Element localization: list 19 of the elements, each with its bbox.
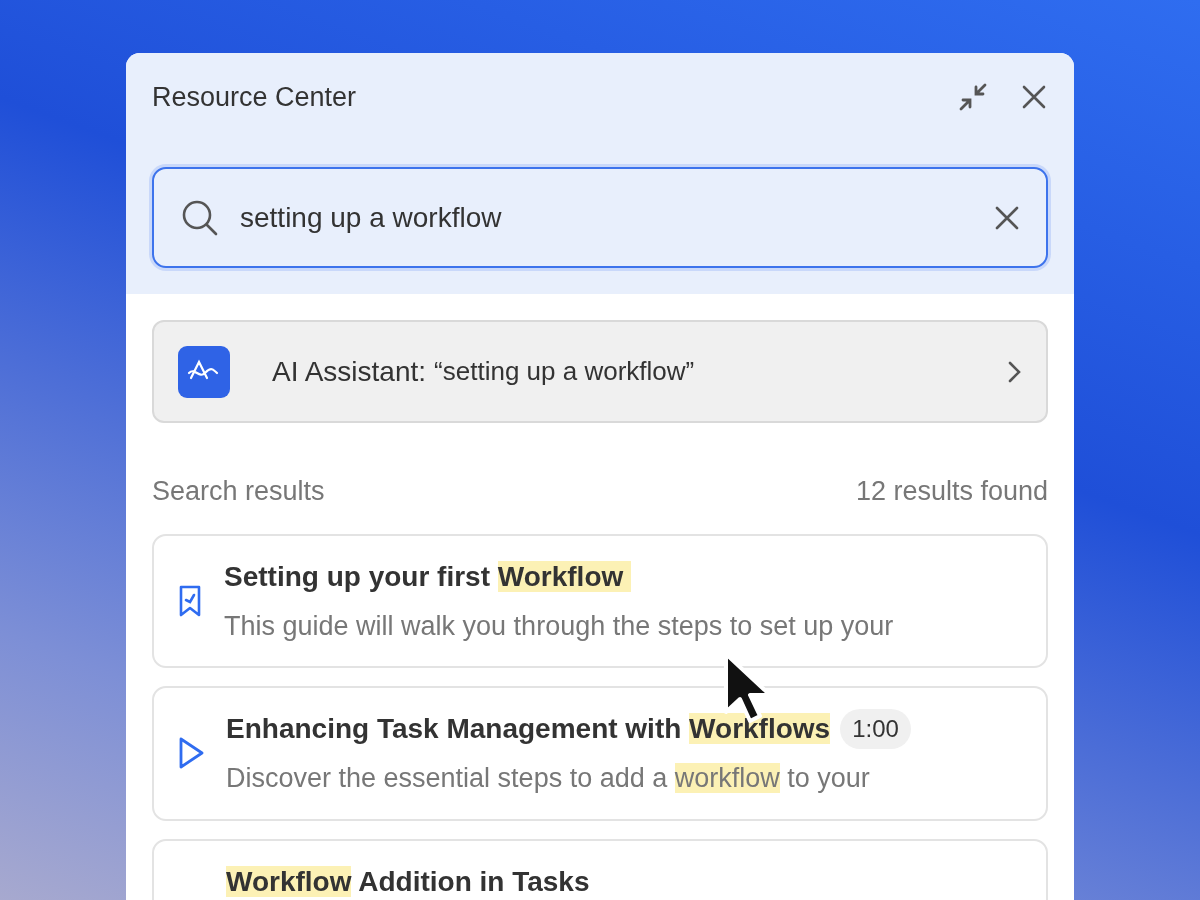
result-title: Workflow Addition in Tasks — [226, 864, 590, 899]
panel-title: Resource Center — [152, 80, 357, 114]
search-result-card[interactable]: Setting up your first Workflow This guide will walk you through the steps to set up your — [152, 533, 1048, 668]
result-description: This guide will walk you through the steps to set up your — [224, 609, 894, 643]
duration-badge: 1:00 — [840, 709, 911, 749]
result-title: Enhancing Task Management with Workflows — [226, 712, 831, 746]
ai-assistant-button[interactable]: AI Assistant: “setting up a workflow” — [152, 320, 1048, 423]
results-count: 12 results found — [855, 475, 1048, 508]
ai-assistant-query: “setting up a workflow” — [434, 355, 696, 388]
close-icon[interactable] — [1020, 83, 1048, 111]
search-result-card[interactable]: Workflow Addition in Tasks — [152, 838, 1048, 900]
search-input[interactable]: setting up a workflow — [240, 196, 974, 239]
search-field[interactable]: setting up a workflow — [152, 167, 1048, 268]
result-title: Setting up your first Workflow — [224, 555, 632, 598]
ai-assistant-label: AI Assistant: — [272, 354, 427, 389]
search-results-label: Search results — [152, 475, 325, 508]
chevron-right-icon — [1006, 359, 1022, 384]
clear-search-icon[interactable] — [994, 204, 1020, 231]
ai-assistant-icon — [178, 345, 230, 398]
